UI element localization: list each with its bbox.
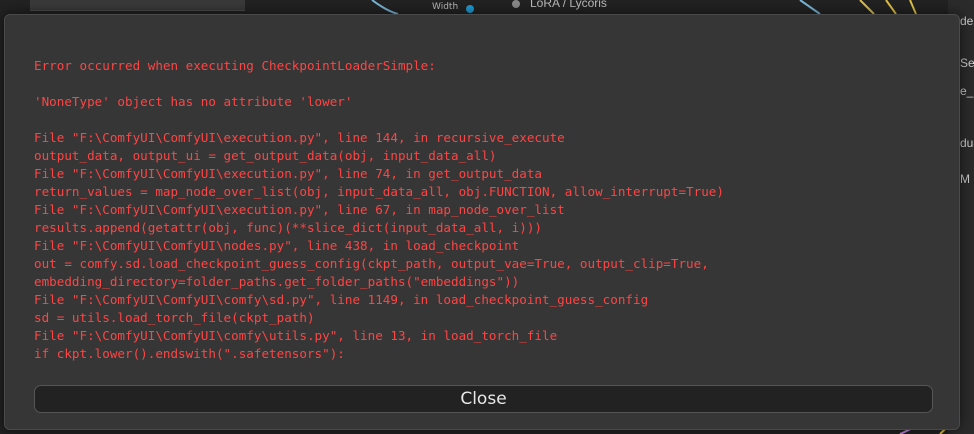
node-collapse-dot-icon xyxy=(512,0,520,8)
error-line: File "F:\ComfyUI\ComfyUI\execution.py", … xyxy=(34,130,565,145)
error-line: File "F:\ComfyUI\ComfyUI\execution.py", … xyxy=(34,202,565,217)
error-line: return_values = map_node_over_list(obj, … xyxy=(34,184,724,199)
node-title: LoRA / Lycoris xyxy=(530,0,607,10)
wire xyxy=(859,0,875,15)
wire xyxy=(799,0,821,15)
error-line: if ckpt.lower().endswith(".safetensors")… xyxy=(34,346,345,361)
close-button[interactable]: Close xyxy=(34,385,933,413)
node-input-dot-icon xyxy=(466,5,474,13)
right-panel-fragment: e_ xyxy=(960,84,974,98)
error-line: output_data, output_ui = get_output_data… xyxy=(34,148,497,163)
wire xyxy=(371,0,399,15)
error-line: Error occurred when executing Checkpoint… xyxy=(34,58,436,73)
error-line xyxy=(34,111,724,129)
wire xyxy=(909,0,917,15)
error-line: embedding_directory=folder_paths.get_fol… xyxy=(34,274,520,289)
right-panel-fragment: dua xyxy=(960,136,974,150)
wire xyxy=(885,0,897,15)
error-line: 'NoneType' object has no attribute 'lowe… xyxy=(34,94,353,109)
error-line: out = comfy.sd.load_checkpoint_guess_con… xyxy=(34,256,709,271)
error-line xyxy=(34,75,724,93)
right-panel-fragment: M xyxy=(960,172,970,186)
error-traceback: Error occurred when executing Checkpoint… xyxy=(34,57,724,363)
error-line: results.append(getattr(obj, func)(**slic… xyxy=(34,220,542,235)
error-line: File "F:\ComfyUI\ComfyUI\comfy\utils.py"… xyxy=(34,328,558,343)
right-panel-fragment: de xyxy=(960,14,974,28)
error-line: sd = utils.load_torch_file(ckpt_path) xyxy=(34,310,315,325)
background-node xyxy=(30,0,245,11)
error-line: File "F:\ComfyUI\ComfyUI\execution.py", … xyxy=(34,166,542,181)
right-panel-fragment: Sele xyxy=(960,56,974,70)
node-widget-label: Width xyxy=(432,2,459,12)
error-line: File "F:\ComfyUI\ComfyUI\nodes.py", line… xyxy=(34,238,520,253)
error-dialog: Error occurred when executing Checkpoint… xyxy=(4,14,960,430)
error-line: File "F:\ComfyUI\ComfyUI\comfy\sd.py", l… xyxy=(34,292,649,307)
